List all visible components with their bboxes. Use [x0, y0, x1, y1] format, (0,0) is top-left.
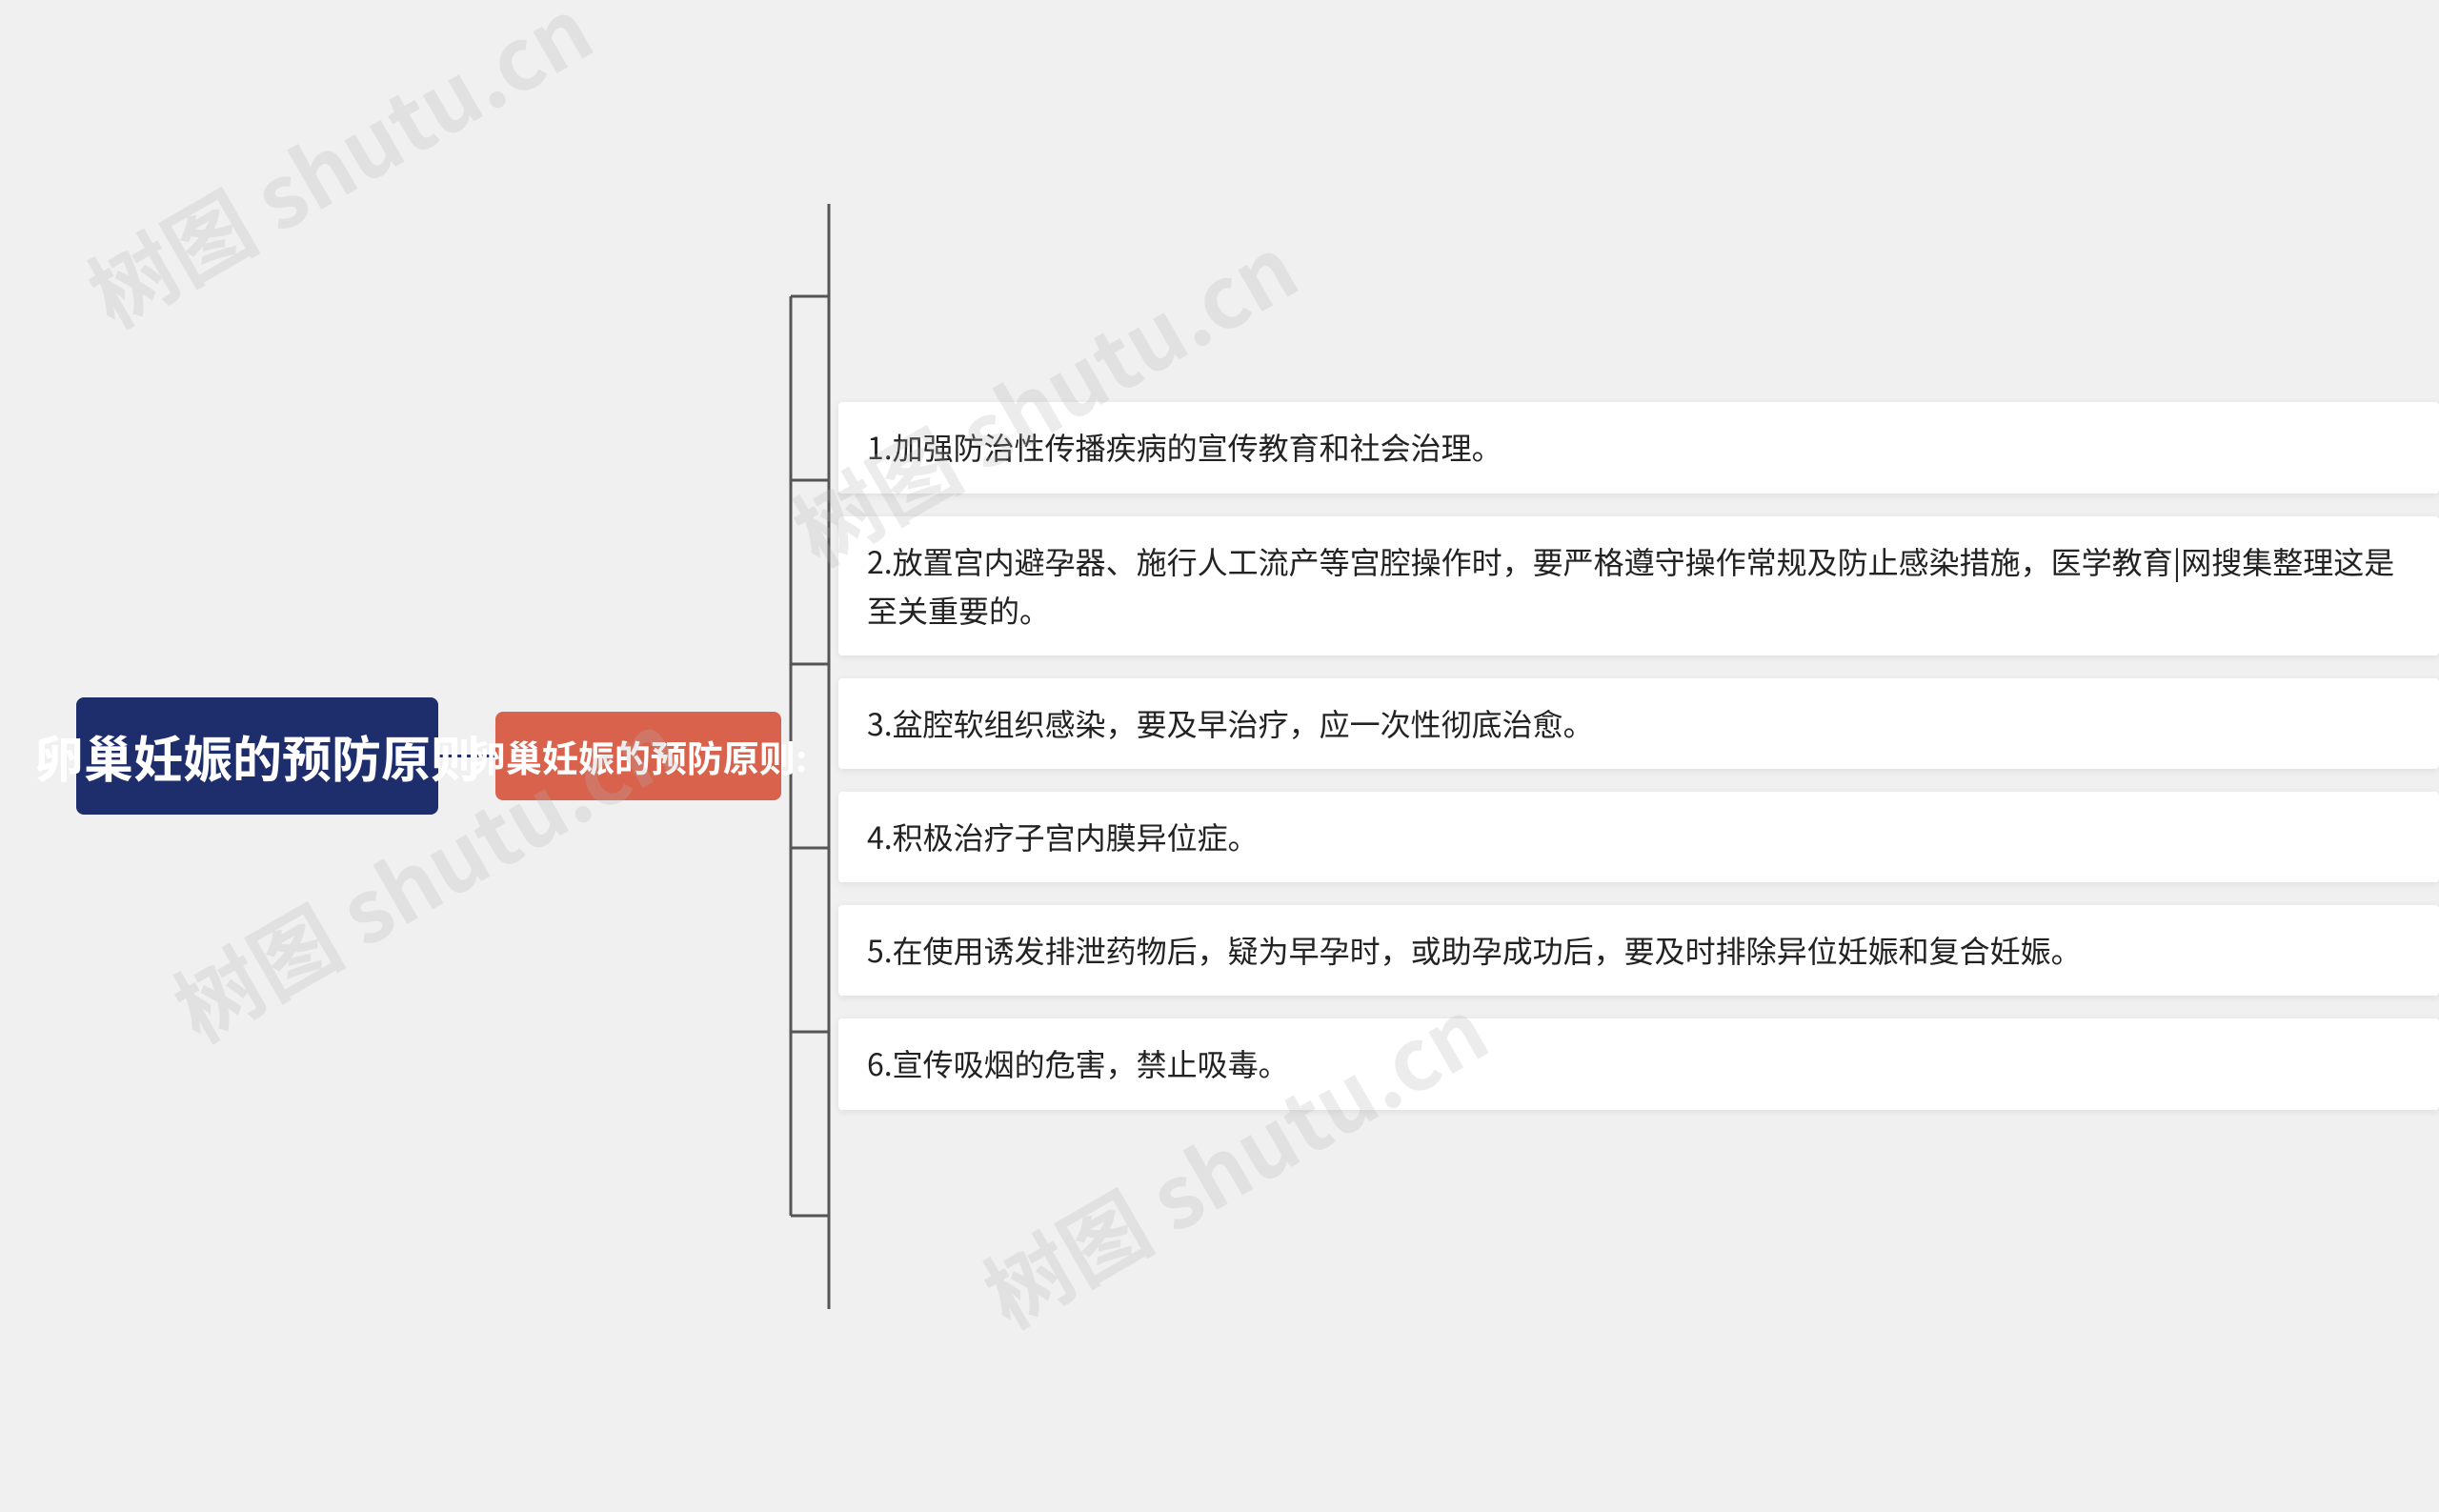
item-row-2: 2.放置宫内避孕器、施行人工流产等宫腔操作时，要严格遵守操作常规及防止感染措施，… [838, 505, 2439, 667]
sub-title-text: 卵巢妊娠的预防原则: [470, 733, 807, 779]
item-text-5: 5.在使用诱发排泄药物后，疑为早孕时，或助孕成功后，要及时排除异位妊娠和复合妊娠… [867, 928, 2082, 972]
item-text-3: 3.盆腔软组织感染，要及早治疗，应一次性彻底治愈。 [867, 701, 1594, 745]
item-text-2: 2.放置宫内避孕器、施行人工流产等宫腔操作时，要严格遵守操作常规及防止感染措施，… [867, 539, 2394, 632]
item-box-2: 2.放置宫内避孕器、施行人工流产等宫腔操作时，要严格遵守操作常规及防止感染措施，… [838, 516, 2439, 655]
main-title-box: 卵巢妊娠的预防原则 [76, 697, 438, 816]
item-row-3: 3.盆腔软组织感染，要及早治疗，应一次性彻底治愈。 [838, 667, 2439, 780]
item-box-3: 3.盆腔软组织感染，要及早治疗，应一次性彻底治愈。 [838, 678, 2439, 769]
item-box-4: 4.积极治疗子宫内膜异位症。 [838, 792, 2439, 882]
item-row-1: 1.加强防治性传播疾病的宣传教育和社会治理。 [838, 391, 2439, 504]
item-text-1: 1.加强防治性传播疾病的宣传教育和社会治理。 [867, 425, 1502, 469]
item-row-5: 5.在使用诱发排泄药物后，疑为早孕时，或助孕成功后，要及时排除异位妊娠和复合妊娠… [838, 894, 2439, 1007]
item-text-4: 4.积极治疗子宫内膜异位症。 [867, 815, 1259, 858]
item-row-6: 6.宣传吸烟的危害，禁止吸毒。 [838, 1007, 2439, 1120]
sub-title-box: 卵巢妊娠的预防原则: [495, 712, 781, 800]
item-box-1: 1.加强防治性传播疾病的宣传教育和社会治理。 [838, 402, 2439, 493]
main-title-text: 卵巢妊娠的预防原则 [34, 724, 480, 789]
item-row-4: 4.积极治疗子宫内膜异位症。 [838, 780, 2439, 894]
item-box-5: 5.在使用诱发排泄药物后，疑为早孕时，或助孕成功后，要及时排除异位妊娠和复合妊娠… [838, 905, 2439, 996]
item-text-6: 6.宣传吸烟的危害，禁止吸毒。 [867, 1041, 1289, 1085]
mind-map-container: 卵巢妊娠的预防原则 卵巢妊娠的预防原则: 1.加强防治性传播疾 [0, 0, 2439, 1512]
item-box-6: 6.宣传吸烟的危害，禁止吸毒。 [838, 1018, 2439, 1109]
items-column: 1.加强防治性传播疾病的宣传教育和社会治理。 2.放置宫内避孕器、施行人工流产等… [838, 391, 2439, 1120]
right-section: 1.加强防治性传播疾病的宣传教育和社会治理。 2.放置宫内避孕器、施行人工流产等… [781, 204, 2439, 1309]
